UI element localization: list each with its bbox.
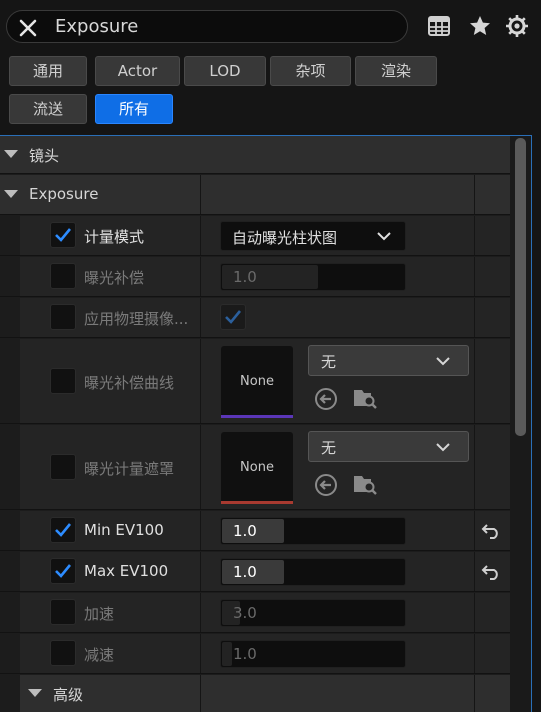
override-checkbox[interactable] <box>50 640 76 666</box>
property-row-speed-down: 减速 1.0 <box>0 634 510 674</box>
property-row-compensation-curve: 曝光补偿曲线 None 无 <box>0 339 510 424</box>
use-selected-asset-icon[interactable] <box>314 473 338 497</box>
exposure-compensation-field[interactable]: 1.0 <box>220 263 406 291</box>
settings-gear-icon[interactable] <box>505 14 529 38</box>
dropdown-value: 无 <box>321 353 337 371</box>
property-row-exposure-compensation: 曝光补偿 1.0 <box>0 257 510 297</box>
override-checkbox[interactable] <box>50 368 76 394</box>
asset-picker-dropdown[interactable]: 无 <box>308 431 469 462</box>
property-row-speed-up: 加速 3.0 <box>0 593 510 633</box>
field-value: 1.0 <box>233 563 257 581</box>
property-row-apply-physical-camera: 应用物理摄像... <box>0 298 510 338</box>
property-matrix-icon[interactable] <box>427 14 451 38</box>
chevron-down-icon <box>377 232 391 241</box>
expand-chevron-icon[interactable] <box>4 190 18 198</box>
details-property-panel: 镜头 Exposure 计量模式 自动曝光柱状图 曝光补偿 1.0 应用物理摄像… <box>0 135 532 712</box>
details-top-bar: Exposure <box>0 0 541 52</box>
filter-streaming-button[interactable]: 流送 <box>9 94 87 124</box>
category-advanced-label: 高级 <box>53 686 84 704</box>
property-label: 应用物理摄像... <box>84 310 189 328</box>
thumbnail-label: None <box>240 374 274 389</box>
property-label: 曝光补偿曲线 <box>84 374 175 392</box>
metering-mode-dropdown[interactable]: 自动曝光柱状图 <box>220 221 406 251</box>
property-label: 计量模式 <box>84 228 145 246</box>
override-checkbox[interactable] <box>50 454 76 480</box>
checkmark-icon <box>55 564 72 578</box>
search-field[interactable]: Exposure <box>6 10 408 43</box>
filter-rendering-button[interactable]: 渲染 <box>355 56 437 86</box>
field-value: 3.0 <box>233 604 257 622</box>
property-row-metering-mask: 曝光计量遮罩 None 无 <box>0 425 510 510</box>
clear-search-icon[interactable] <box>17 17 39 39</box>
checkmark-icon <box>55 523 72 537</box>
filter-actor-button[interactable]: Actor <box>95 56 180 86</box>
asset-thumbnail[interactable]: None <box>221 346 293 418</box>
vertical-scrollbar[interactable] <box>510 136 531 712</box>
property-label: 减速 <box>84 646 115 664</box>
property-label: 加速 <box>84 605 115 623</box>
apply-physical-camera-checkbox[interactable] <box>220 304 246 330</box>
override-checkbox[interactable] <box>50 517 76 543</box>
property-label: 曝光补偿 <box>84 269 145 287</box>
field-value: 1.0 <box>233 268 257 286</box>
browse-asset-icon[interactable] <box>353 472 377 496</box>
asset-picker-dropdown[interactable]: 无 <box>308 345 469 376</box>
favorites-star-icon[interactable] <box>468 14 492 38</box>
property-row-max-ev100: Max EV100 1.0 <box>0 552 510 592</box>
override-checkbox[interactable] <box>50 558 76 584</box>
use-selected-asset-icon[interactable] <box>314 387 338 411</box>
property-row-min-ev100: Min EV100 1.0 <box>0 511 510 551</box>
dropdown-value: 无 <box>321 439 337 457</box>
property-row-metering-mode: 计量模式 自动曝光柱状图 <box>0 216 510 256</box>
override-checkbox[interactable] <box>50 599 76 625</box>
speed-down-field[interactable]: 1.0 <box>220 640 406 668</box>
category-lens[interactable]: 镜头 <box>0 136 510 174</box>
max-ev100-field[interactable]: 1.0 <box>220 558 406 586</box>
filter-lod-button[interactable]: LOD <box>184 56 266 86</box>
thumbnail-label: None <box>240 460 274 475</box>
category-exposure[interactable]: Exposure <box>0 175 510 215</box>
category-advanced[interactable]: 高级 <box>0 675 510 712</box>
search-input[interactable]: Exposure <box>55 16 138 37</box>
override-checkbox[interactable] <box>50 263 76 289</box>
reset-to-default-icon[interactable] <box>481 564 501 580</box>
filter-all-button[interactable]: 所有 <box>95 94 173 124</box>
filter-misc-button[interactable]: 杂项 <box>270 56 351 86</box>
checkmark-icon <box>225 310 242 324</box>
category-exposure-label: Exposure <box>29 185 99 203</box>
chevron-down-icon <box>436 443 450 452</box>
expand-chevron-icon[interactable] <box>4 150 18 158</box>
dropdown-value: 自动曝光柱状图 <box>232 229 338 247</box>
min-ev100-field[interactable]: 1.0 <box>220 517 406 545</box>
override-checkbox[interactable] <box>50 222 76 248</box>
asset-thumbnail[interactable]: None <box>221 432 293 504</box>
property-label: 曝光计量遮罩 <box>84 460 175 478</box>
property-label: Max EV100 <box>84 562 169 580</box>
filter-general-button[interactable]: 通用 <box>9 56 87 86</box>
checkmark-icon <box>55 228 72 242</box>
chevron-down-icon <box>436 357 450 366</box>
speed-up-field[interactable]: 3.0 <box>220 599 406 627</box>
field-value: 1.0 <box>233 522 257 540</box>
scrollbar-thumb[interactable] <box>515 138 526 436</box>
browse-asset-icon[interactable] <box>353 386 377 410</box>
category-lens-label: 镜头 <box>29 147 60 165</box>
property-label: Min EV100 <box>84 521 164 539</box>
reset-to-default-icon[interactable] <box>481 523 501 539</box>
expand-chevron-icon[interactable] <box>28 689 42 697</box>
field-value: 1.0 <box>233 645 257 663</box>
override-checkbox[interactable] <box>50 304 76 330</box>
